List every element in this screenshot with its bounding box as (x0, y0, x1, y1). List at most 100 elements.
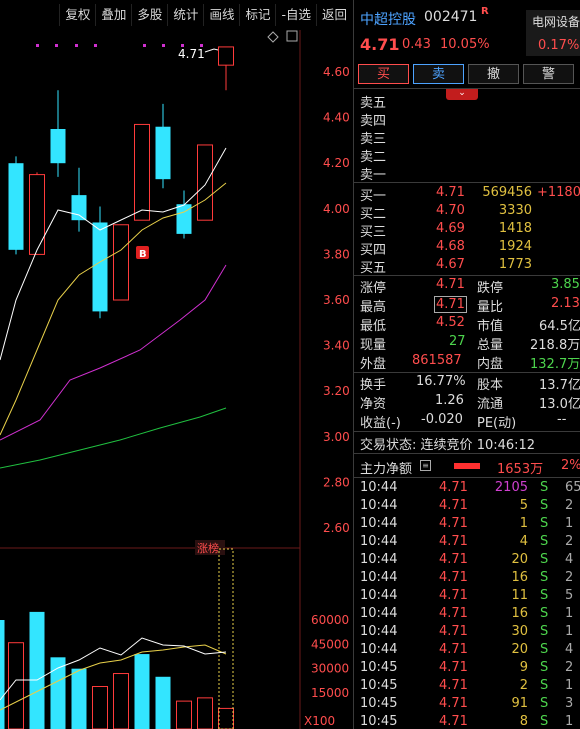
sell-button[interactable]: 卖 (413, 64, 464, 84)
ask-row[interactable]: 卖五 (354, 91, 580, 111)
bid-row[interactable]: 买二 4.70 3330 (354, 202, 580, 222)
main-flow-row[interactable]: 主力净额 ≡ 1653万 2% (354, 456, 580, 477)
stock-name[interactable]: 中超控股 (360, 9, 416, 29)
candle-body (8, 163, 24, 250)
stat-label: 最低 (360, 319, 387, 334)
volume-bar (29, 611, 45, 729)
draw-line-button[interactable]: 画线 (203, 4, 239, 26)
overlay-button[interactable]: 叠加 (95, 4, 131, 26)
tick-count: 2 (565, 498, 574, 513)
remove-watchlist-button[interactable]: -自选 (275, 4, 316, 26)
stat-label: 外盘 (360, 357, 387, 372)
ask-row[interactable]: 卖一 (354, 163, 580, 183)
stat-row: 最低 4.52 市值 64.5亿 (354, 314, 580, 334)
bid-row[interactable]: 买三 4.69 1418 (354, 220, 580, 240)
tick-volume: 4 (519, 534, 528, 549)
tick-volume: 16 (511, 606, 528, 621)
stat-value: 1.26 (435, 393, 464, 408)
bid-delta: +1180 (537, 185, 580, 200)
tick-count: 65 (565, 480, 580, 495)
kline-chart[interactable]: 4.60 4.40 4.20 4.00 3.80 3.60 3.40 3.20 3.00 2.80… (0, 0, 352, 729)
tick-row: 10:44 4.71 20 S 4 (354, 641, 580, 659)
tick-row: 10:44 4.71 30 S 1 (354, 623, 580, 641)
restore-rights-button[interactable]: 复权 (59, 4, 95, 26)
tick-side: S (540, 480, 549, 495)
last-price-tag: 4.71 (178, 47, 205, 61)
divider (354, 182, 580, 183)
tick-price: 4.71 (439, 624, 468, 639)
tick-row: 10:45 4.71 91 S 3 (354, 695, 580, 713)
mark-button[interactable]: 标记 (239, 4, 275, 26)
candle-body (50, 129, 66, 164)
tick-time: 10:45 (360, 660, 398, 675)
tick-count: 5 (565, 588, 574, 603)
multi-stock-button[interactable]: 多股 (131, 4, 167, 26)
candle-body (113, 224, 129, 301)
tick-price: 4.71 (439, 696, 468, 711)
bid-volume: 1924 (498, 239, 532, 254)
tick-row: 10:45 4.71 2 S 1 (354, 677, 580, 695)
stat-value: 27 (449, 334, 466, 349)
margin-flag-badge: R (481, 6, 489, 17)
stat-label: 内盘 (477, 357, 504, 372)
tick-time: 10:44 (360, 498, 398, 513)
stat-label: 总量 (477, 338, 504, 353)
tick-volume: 16 (511, 570, 528, 585)
tick-row: 10:44 4.71 11 S 5 (354, 587, 580, 605)
tick-price: 4.71 (439, 534, 468, 549)
tick-time: 10:44 (360, 624, 398, 639)
signal-dot (55, 44, 58, 47)
tick-time: 10:44 (360, 552, 398, 567)
limit-tag: 涨榜 (197, 541, 219, 555)
stat-value: 218.8万 (530, 338, 580, 353)
kline-panel[interactable]: 4.60 4.40 4.20 4.00 3.80 3.60 3.40 3.20 3.00 2.80… (0, 0, 352, 729)
price-axis-label: 2.60 (323, 521, 350, 535)
sector-box[interactable]: 电网设备 0.17% (526, 10, 580, 56)
tick-time: 10:44 (360, 588, 398, 603)
stat-value: 4.71 (436, 277, 465, 292)
stat-value: 3.85 (551, 277, 580, 292)
back-button[interactable]: 返回 (315, 4, 352, 26)
statistics-button[interactable]: 统计 (167, 4, 203, 26)
stat-label: 最高 (360, 300, 387, 315)
candle-body (134, 123, 150, 221)
volume-axis-label: 15000 (311, 686, 349, 700)
stat-row: 收益(-) -0.020 PE(动) -- (354, 411, 580, 431)
bid-row[interactable]: 买四 4.68 1924 (354, 238, 580, 258)
tick-time: 10:44 (360, 516, 398, 531)
ask-row[interactable]: 卖四 (354, 109, 580, 129)
tick-price: 4.71 (439, 516, 468, 531)
flow-value: 1653万 (497, 462, 544, 477)
cancel-order-button[interactable]: 撤 (468, 64, 519, 84)
tick-price: 4.71 (439, 606, 468, 621)
bid-row[interactable]: 买一 4.71 569456 +1180 (354, 184, 580, 204)
volume-bar (155, 676, 171, 729)
list-icon[interactable]: ≡ (420, 460, 431, 471)
tick-row: 10:44 4.71 4 S 2 (354, 533, 580, 551)
candle-body (155, 126, 171, 180)
diamond-icon (267, 31, 279, 43)
tick-volume: 20 (511, 642, 528, 657)
stat-label: 跌停 (477, 281, 504, 296)
stat-value: 64.5亿 (539, 319, 580, 334)
ask-row[interactable]: 卖二 (354, 145, 580, 165)
tick-count: 2 (565, 570, 574, 585)
signal-dot (36, 44, 39, 47)
chart-toolbar: 复权 叠加 多股 统计 画线 标记 -自选 返回 (0, 0, 352, 30)
tick-volume: 20 (511, 552, 528, 567)
tick-price: 4.71 (439, 660, 468, 675)
trade-buttons: 买 卖 撤 警 (358, 64, 580, 85)
alert-button[interactable]: 警 (523, 64, 574, 84)
tick-count: 1 (565, 678, 574, 693)
bid-row[interactable]: 买五 4.67 1773 (354, 256, 580, 276)
buy-button[interactable]: 买 (358, 64, 409, 84)
bid-volume: 1773 (498, 257, 532, 272)
candle-body (197, 144, 213, 221)
bid-price: 4.71 (436, 185, 465, 200)
stat-value: 4.71 (434, 296, 467, 313)
buy-marker-label: B (139, 249, 147, 260)
tick-row: 10:44 4.71 1 S 1 (354, 515, 580, 533)
tick-row: 10:44 4.71 20 S 4 (354, 551, 580, 569)
ask-row[interactable]: 卖三 (354, 127, 580, 147)
signal-dot (143, 44, 146, 47)
